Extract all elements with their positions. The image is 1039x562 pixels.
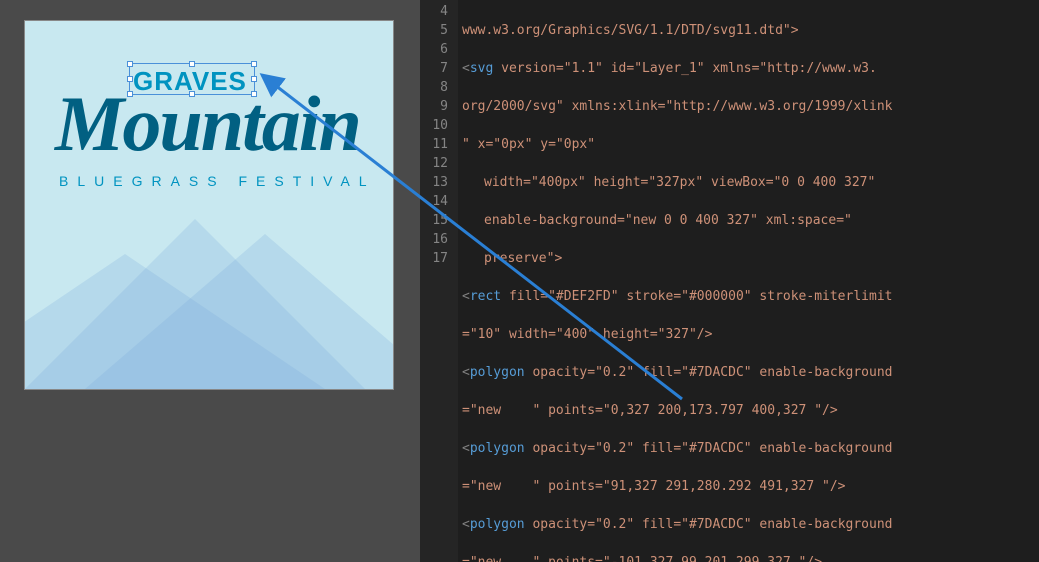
code-line: ="new " points="91,327 291,280.292 491,3… xyxy=(462,477,1039,496)
preview-text-graves[interactable]: GRAVES xyxy=(133,66,247,97)
line-number: 5 xyxy=(420,21,448,40)
code-line: ="new " points="-101,327 99,201 299,327 … xyxy=(462,553,1039,562)
line-number: 14 xyxy=(420,192,448,211)
preview-text-festival[interactable]: BLUEGRASS FESTIVAL xyxy=(59,173,376,189)
code-line: <rect fill="#DEF2FD" stroke="#000000" st… xyxy=(462,287,1039,306)
code-line: <svg version="1.1" id="Layer_1" xmlns="h… xyxy=(462,59,1039,78)
line-number: 12 xyxy=(420,154,448,173)
preview-background: Mountain GRAVES BLUEGRASS FESTIVAL xyxy=(25,21,393,389)
code-line: org/2000/svg" xmlns:xlink="http://www.w3… xyxy=(462,97,1039,116)
code-line: enable-background="new 0 0 400 327" xml:… xyxy=(462,211,1039,230)
code-line: preserve"> xyxy=(462,249,1039,268)
code-line: www.w3.org/Graphics/SVG/1.1/DTD/svg11.dt… xyxy=(462,21,1039,40)
line-number: 13 xyxy=(420,173,448,192)
resize-handle-top-right[interactable] xyxy=(251,61,257,67)
code-line: <polygon opacity="0.2" fill="#7DACDC" en… xyxy=(462,363,1039,382)
code-line: ="new " points="0,327 200,173.797 400,32… xyxy=(462,401,1039,420)
line-number: 8 xyxy=(420,78,448,97)
line-number: 4 xyxy=(420,2,448,21)
code-editor-panel[interactable]: 4 5 6 7 8 9 10 11 12 13 14 15 16 17 www.… xyxy=(420,0,1039,562)
line-number: 16 xyxy=(420,230,448,249)
line-number: 15 xyxy=(420,211,448,230)
line-number: 6 xyxy=(420,40,448,59)
line-number: 9 xyxy=(420,97,448,116)
code-line: <polygon opacity="0.2" fill="#7DACDC" en… xyxy=(462,439,1039,458)
line-number: 7 xyxy=(420,59,448,78)
preview-panel: Mountain GRAVES BLUEGRASS FESTIVAL xyxy=(0,0,420,562)
code-line: <polygon opacity="0.2" fill="#7DACDC" en… xyxy=(462,515,1039,534)
code-content[interactable]: www.w3.org/Graphics/SVG/1.1/DTD/svg11.dt… xyxy=(458,0,1039,562)
line-number: 17 xyxy=(420,249,448,268)
code-line: " x="0px" y="0px" xyxy=(462,135,1039,154)
line-number-gutter: 4 5 6 7 8 9 10 11 12 13 14 15 16 17 xyxy=(420,0,458,562)
code-line: width="400px" height="327px" viewBox="0 … xyxy=(462,173,1039,192)
code-line: ="10" width="400" height="327"/> xyxy=(462,325,1039,344)
mountain-shape-2 xyxy=(85,234,394,389)
svg-preview[interactable]: Mountain GRAVES BLUEGRASS FESTIVAL xyxy=(24,20,394,390)
line-number: 10 xyxy=(420,116,448,135)
line-number: 11 xyxy=(420,135,448,154)
